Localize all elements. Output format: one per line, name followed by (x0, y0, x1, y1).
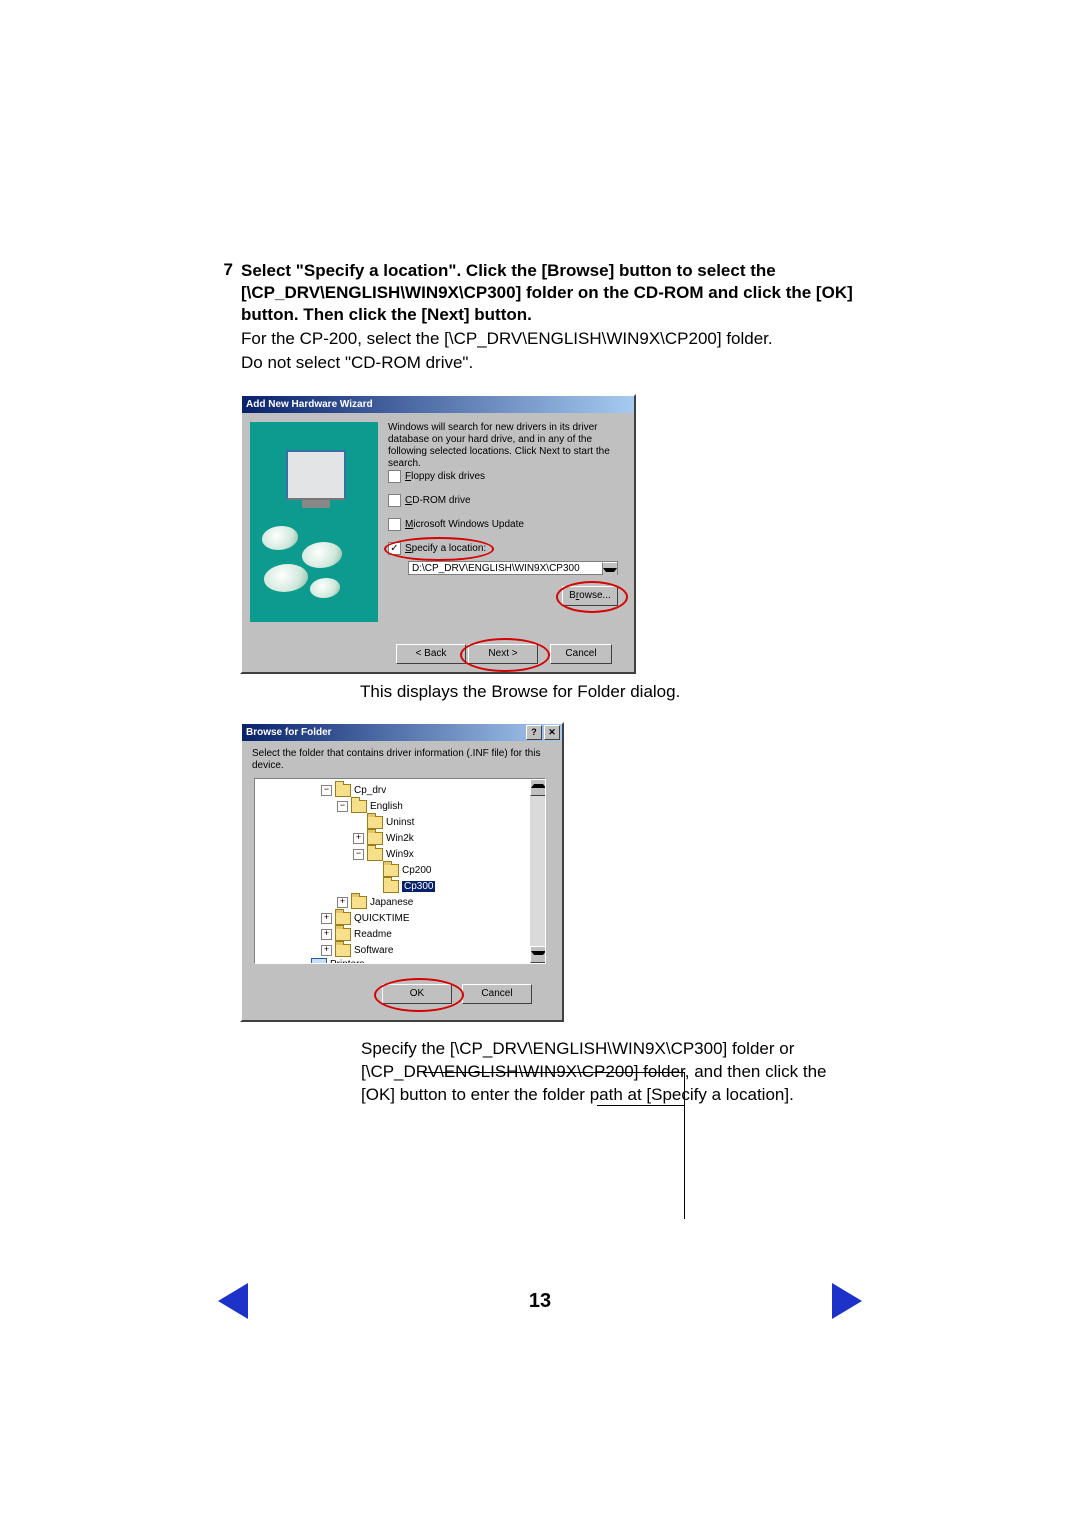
floppy-checkbox[interactable] (388, 470, 401, 483)
expand-toggle[interactable]: + (353, 833, 364, 844)
msupdate-checkbox[interactable] (388, 518, 401, 531)
tree-node-win9x[interactable]: Win9x (386, 849, 414, 860)
tree-node-english[interactable]: English (370, 801, 403, 812)
wizard-instruction-text: Windows will search for new drivers in i… (388, 422, 620, 470)
folder-icon (335, 784, 351, 797)
tree-node-printers[interactable]: Printers (330, 959, 364, 965)
tree-node-readme[interactable]: Readme (354, 929, 392, 940)
folder-icon (383, 864, 399, 877)
help-button[interactable]: ? (526, 725, 542, 740)
expand-toggle[interactable]: − (321, 785, 332, 796)
folder-open-icon (383, 880, 399, 893)
prev-page-button[interactable] (218, 1283, 248, 1319)
page-number: 13 (529, 1290, 551, 1313)
tree-node-japanese[interactable]: Japanese (370, 897, 413, 908)
tree-node-cp200[interactable]: Cp200 (402, 865, 431, 876)
tree-scrollbar[interactable] (530, 779, 545, 963)
ok-button[interactable]: OK (382, 984, 452, 1004)
close-button[interactable]: ✕ (544, 725, 560, 740)
browse-for-folder-dialog: Browse for Folder ? ✕ Select the folder … (240, 722, 564, 1022)
wizard-illustration (250, 422, 378, 622)
step-desc-2: Do not select "CD-ROM drive". (241, 352, 905, 374)
tree-node-cp300-selected[interactable]: Cp300 (402, 881, 435, 892)
expand-toggle[interactable]: − (353, 849, 364, 860)
tree-node-quicktime[interactable]: QUICKTIME (354, 913, 410, 924)
scroll-up-button[interactable] (530, 779, 546, 796)
step-title: Select "Specify a location". Click the [… (241, 260, 905, 326)
folder-icon (367, 816, 383, 829)
msupdate-label: Microsoft Windows Update (405, 519, 524, 530)
expand-toggle[interactable]: + (321, 945, 332, 956)
caption-browse-dialog: This displays the Browse for Folder dial… (360, 682, 905, 702)
dialog-titlebar: Add New Hardware Wizard (242, 396, 634, 413)
folder-tree[interactable]: −Cp_drv −English Uninst +Win2k −Win9x Cp… (254, 778, 546, 964)
tree-node-win2k[interactable]: Win2k (386, 833, 414, 844)
expand-toggle[interactable]: − (337, 801, 348, 812)
printers-icon (311, 958, 327, 965)
specify-location-checkbox[interactable] (388, 542, 401, 555)
folder-icon (367, 832, 383, 845)
location-path-combo[interactable]: D:\CP_DRV\ENGLISH\WIN9X\CP300 (408, 561, 618, 575)
folder-icon (335, 928, 351, 941)
expand-toggle[interactable]: + (337, 897, 348, 908)
next-page-button[interactable] (832, 1283, 862, 1319)
folder-icon (351, 896, 367, 909)
browse-button[interactable]: Browse... (562, 586, 618, 606)
scroll-down-button[interactable] (530, 946, 546, 963)
location-dropdown-button[interactable] (602, 562, 617, 575)
specify-location-label: Specify a location: (405, 543, 486, 554)
cancel-button[interactable]: Cancel (550, 644, 612, 664)
cdrom-checkbox[interactable] (388, 494, 401, 507)
tree-node-cp-drv[interactable]: Cp_drv (354, 785, 386, 796)
callout-line (597, 1105, 685, 1106)
folder-icon (335, 912, 351, 925)
callout-line (423, 1072, 685, 1073)
back-button[interactable]: < Back (396, 644, 466, 664)
floppy-label: Floppy disk drives (405, 471, 485, 482)
tree-node-uninst[interactable]: Uninst (386, 817, 414, 828)
callout-line (684, 1072, 685, 1219)
expand-toggle[interactable]: + (321, 929, 332, 940)
folder-icon (351, 800, 367, 813)
add-new-hardware-wizard-dialog: Add New Hardware Wizard Windows will sea… (240, 394, 636, 674)
browse-titlebar: Browse for Folder ? ✕ (242, 724, 562, 741)
step-number: 7 (205, 260, 233, 374)
step-desc-1: For the CP-200, select the [\CP_DRV\ENGL… (241, 328, 905, 350)
browse-title-text: Browse for Folder (246, 724, 332, 741)
cdrom-label: CD-ROM drive (405, 495, 471, 506)
next-button[interactable]: Next > (468, 644, 538, 664)
folder-icon (335, 944, 351, 957)
tree-node-software[interactable]: Software (354, 945, 393, 956)
cancel-button[interactable]: Cancel (462, 984, 532, 1004)
expand-toggle[interactable]: + (321, 913, 332, 924)
location-path-text: D:\CP_DRV\ENGLISH\WIN9X\CP300 (412, 563, 580, 574)
folder-icon (367, 848, 383, 861)
browse-instruction: Select the folder that contains driver i… (252, 748, 550, 772)
